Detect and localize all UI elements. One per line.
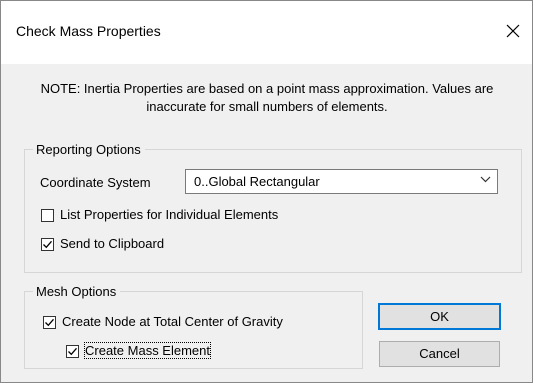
cancel-button[interactable]: Cancel (379, 341, 500, 367)
mesh-options-legend: Mesh Options (33, 284, 121, 300)
dialog-title: Check Mass Properties (16, 23, 161, 39)
ok-button[interactable]: OK (378, 303, 501, 330)
create-mass-element-label[interactable]: Create Mass Element (84, 342, 211, 359)
note-text: NOTE: Inertia Properties are based on a … (40, 81, 494, 114)
create-node-checkbox[interactable] (43, 316, 56, 329)
chevron-down-icon (480, 176, 491, 183)
send-clipboard-checkbox[interactable] (41, 238, 54, 251)
coordinate-system-label: Coordinate System (40, 175, 151, 190)
coordinate-system-value: 0..Global Rectangular (194, 174, 320, 189)
create-node-label[interactable]: Create Node at Total Center of Gravity (62, 314, 283, 329)
close-icon (506, 24, 520, 38)
list-properties-label[interactable]: List Properties for Individual Elements (60, 207, 278, 222)
create-mass-element-checkbox[interactable] (66, 345, 79, 358)
coordinate-system-select[interactable]: 0..Global Rectangular (185, 169, 498, 194)
dialog-window: Check Mass Properties NOTE: Inertia Prop… (0, 0, 533, 383)
reporting-options-legend: Reporting Options (33, 142, 145, 158)
send-clipboard-label[interactable]: Send to Clipboard (60, 236, 164, 251)
title-bar: Check Mass Properties (1, 1, 532, 64)
list-properties-checkbox[interactable] (41, 209, 54, 222)
close-button[interactable] (499, 17, 527, 45)
checkmark-icon (43, 240, 52, 249)
checkmark-icon (68, 347, 77, 356)
checkmark-icon (45, 318, 54, 327)
